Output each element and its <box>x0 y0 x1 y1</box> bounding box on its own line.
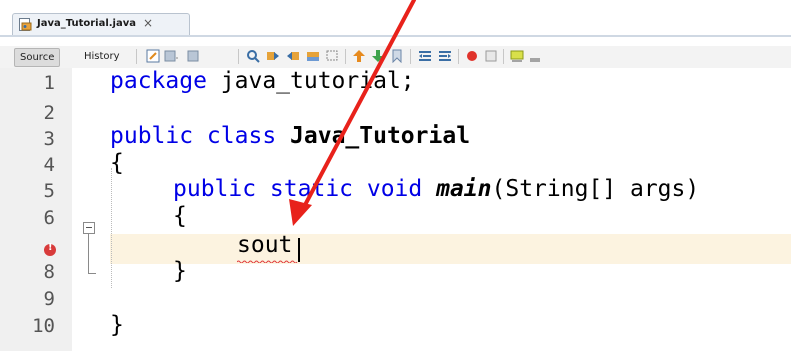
code-line-10: } <box>110 312 124 338</box>
code-line-5: public static void main(String[] args) <box>173 176 699 202</box>
find-previous-icon[interactable] <box>266 49 280 63</box>
error-icon[interactable] <box>44 242 56 256</box>
shift-right-icon[interactable] <box>438 49 452 63</box>
stop-macro-icon[interactable] <box>484 49 498 63</box>
tab-java-tutorial[interactable]: Java_Tutorial.java × <box>12 13 190 36</box>
toolbar-separator <box>136 49 137 64</box>
tab-label: Java_Tutorial.java <box>37 18 137 29</box>
line-number: 9 <box>43 288 55 310</box>
line-number: 2 <box>43 102 55 124</box>
history-button[interactable]: History <box>84 48 120 65</box>
line-number: 8 <box>43 261 55 283</box>
code-text: { <box>110 150 124 176</box>
keyword: public class <box>110 123 277 149</box>
close-icon[interactable]: × <box>143 16 153 30</box>
line-number: 4 <box>43 154 55 176</box>
code-text: } <box>173 258 187 284</box>
line-number: 10 <box>32 315 55 337</box>
code-text: sout <box>237 232 293 258</box>
rectangular-selection-icon[interactable] <box>326 49 340 63</box>
collapse-fold-icon[interactable] <box>83 222 95 234</box>
forward-icon[interactable] <box>186 49 200 63</box>
editor-tab-bar: Java_Tutorial.java × <box>0 0 791 46</box>
fold-end <box>88 273 96 274</box>
keyword: public static void <box>173 176 423 202</box>
line-number: 5 <box>43 180 55 202</box>
method-name: main <box>436 176 492 202</box>
fold-line <box>88 234 89 274</box>
line-number: 3 <box>43 128 55 150</box>
toolbar-separator <box>410 49 411 64</box>
record-macro-icon[interactable] <box>465 49 479 63</box>
back-icon[interactable] <box>164 49 178 63</box>
current-line-highlight <box>110 234 791 264</box>
code-editor[interactable]: 1 2 3 4 5 6 8 9 10 package java_tutorial… <box>0 68 791 351</box>
last-edit-icon[interactable] <box>146 49 160 63</box>
keyword: package <box>110 68 207 94</box>
find-next-icon[interactable] <box>286 49 300 63</box>
error-underline <box>237 260 298 263</box>
code-line-6: { <box>173 203 187 229</box>
code-line-4: { <box>110 150 124 176</box>
source-button[interactable]: Source <box>14 48 61 67</box>
code-line-8: } <box>173 258 187 284</box>
toggle-bookmark-icon[interactable] <box>390 49 404 63</box>
fold-margin <box>72 68 110 351</box>
code-line-1: package java_tutorial; <box>110 68 415 94</box>
code-line-7[interactable]: sout <box>237 232 292 258</box>
line-number: 6 <box>43 207 55 229</box>
java-file-icon <box>19 18 32 31</box>
code-text: (String[] args) <box>491 176 700 202</box>
toolbar-separator <box>458 49 459 64</box>
shift-left-icon[interactable] <box>418 49 432 63</box>
line-number: 1 <box>43 72 55 94</box>
toolbar-separator <box>345 49 346 64</box>
code-line-3: public class Java_Tutorial <box>110 123 470 149</box>
toolbar-separator <box>503 49 504 64</box>
toggle-highlight-icon[interactable] <box>306 49 320 63</box>
indent-guide <box>111 168 113 288</box>
next-bookmark-icon[interactable] <box>371 49 385 63</box>
toolbar-separator <box>238 49 239 64</box>
find-selection-icon[interactable] <box>246 49 260 63</box>
previous-bookmark-icon[interactable] <box>352 49 366 63</box>
editor-toolbar: Source History <box>0 46 791 69</box>
uncomment-icon[interactable] <box>528 49 542 63</box>
class-name: Java_Tutorial <box>290 123 471 149</box>
text-cursor <box>298 238 300 262</box>
code-text: { <box>173 203 187 229</box>
code-text: java_tutorial; <box>206 68 415 94</box>
code-text: } <box>110 312 124 338</box>
tab-underline <box>0 35 791 37</box>
comment-icon[interactable] <box>510 49 524 63</box>
